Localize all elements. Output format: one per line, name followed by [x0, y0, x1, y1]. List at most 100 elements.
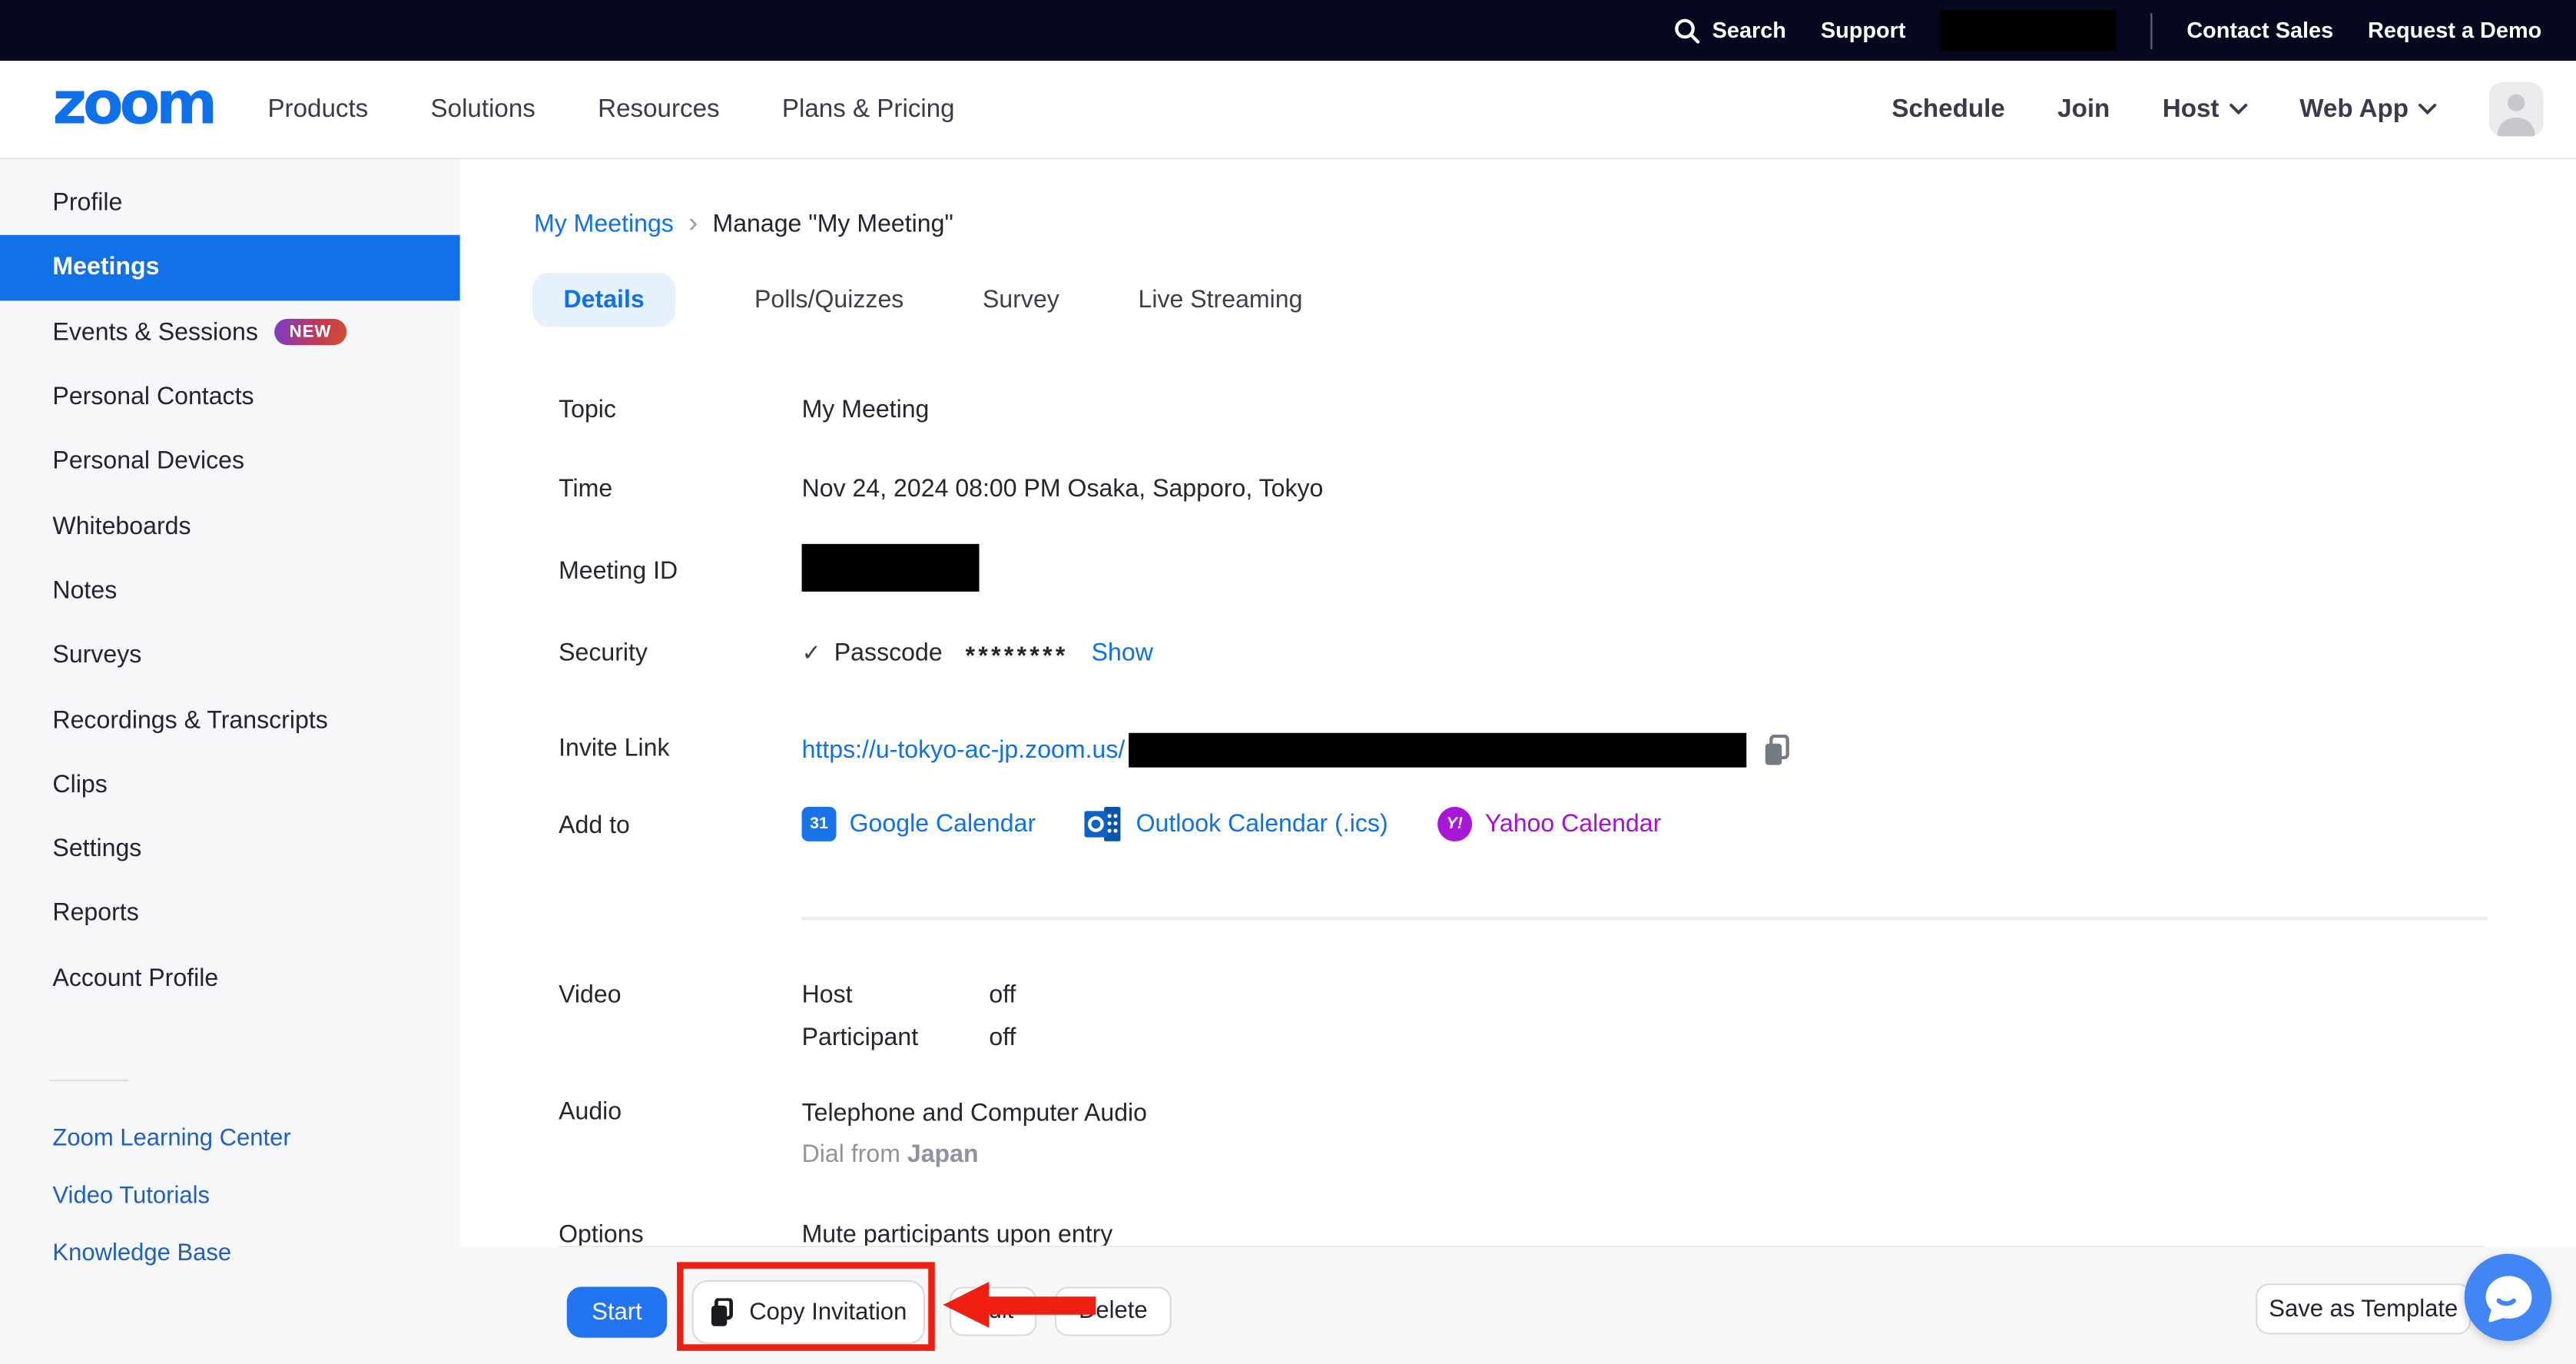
sidebar-link-knowledge-base[interactable]: Knowledge Base — [0, 1226, 460, 1283]
meeting-id-redacted-value — [802, 544, 980, 592]
invite-link-row: https://u-tokyo-ac-jp.zoom.us/ — [802, 733, 1792, 768]
main-content: My Meetings › Manage "My Meeting" Detail… — [460, 159, 2576, 1246]
sidebar-item-meetings[interactable]: Meetings — [0, 235, 460, 300]
security-label: Security — [559, 639, 648, 667]
google-calendar-icon: 31 — [802, 807, 837, 841]
sidebar-item-label: Clips — [52, 771, 107, 798]
dial-from-row: Dial from Japan — [802, 1140, 979, 1168]
tab-details[interactable]: Details — [532, 273, 675, 327]
user-avatar[interactable] — [2489, 82, 2544, 137]
sidebar-item-label: Notes — [52, 576, 117, 604]
topbar-divider — [2150, 12, 2152, 48]
yahoo-calendar-link[interactable]: Y! Yahoo Calendar — [1437, 807, 1662, 841]
nav-schedule[interactable]: Schedule — [1891, 95, 2004, 124]
sidebar-item-settings[interactable]: Settings — [0, 817, 460, 881]
sidebar-item-label: Meetings — [52, 254, 159, 281]
topbar-redacted-phone — [1940, 10, 2116, 51]
sidebar-item-label: Profile — [52, 189, 122, 217]
copy-invitation-label: Copy Invitation — [749, 1299, 907, 1325]
search-icon — [1674, 17, 1700, 43]
navbar-menu: Products Solutions Resources Plans & Pri… — [267, 95, 954, 124]
add-to-label: Add to — [559, 811, 630, 839]
breadcrumb-my-meetings-link[interactable]: My Meetings — [534, 211, 674, 238]
topbar-search-label: Search — [1712, 18, 1786, 43]
sidebar-item-label: Personal Devices — [52, 447, 244, 475]
chat-widget-button[interactable] — [2465, 1254, 2551, 1341]
nav-join[interactable]: Join — [2057, 95, 2110, 124]
video-participant-label: Participant — [802, 1024, 990, 1051]
nav-web-app-label: Web App — [2299, 95, 2409, 124]
topbar-contact-sales-link[interactable]: Contact Sales — [2186, 18, 2333, 43]
footer-action-bar: Start Copy Invitation Edit Delete Save a… — [460, 1247, 2576, 1364]
sidebar-item-label: Account Profile — [52, 964, 218, 992]
navbar-right: Schedule Join Host Web App — [1891, 82, 2543, 137]
topbar-request-demo-link[interactable]: Request a Demo — [2368, 18, 2541, 43]
checkmark-icon: ✓ — [802, 639, 821, 667]
invite-link-label: Invite Link — [559, 735, 669, 762]
video-host-value: off — [989, 981, 1016, 1009]
nav-plans-pricing[interactable]: Plans & Pricing — [782, 95, 955, 124]
invite-url-redacted — [1129, 733, 1746, 768]
audio-value: Telephone and Computer Audio — [802, 1100, 1147, 1127]
show-passcode-link[interactable]: Show — [1092, 639, 1153, 667]
tab-polls-quizzes[interactable]: Polls/Quizzes — [754, 286, 903, 314]
delete-button[interactable]: Delete — [1055, 1286, 1172, 1336]
sidebar-item-clips[interactable]: Clips — [0, 752, 460, 817]
chevron-down-icon — [2419, 104, 2437, 115]
sidebar-item-label: Reports — [52, 900, 138, 928]
sidebar-item-reports[interactable]: Reports — [0, 881, 460, 946]
topic-value: My Meeting — [802, 396, 930, 423]
navbar: zoom Products Solutions Resources Plans … — [0, 61, 2576, 159]
outlook-calendar-label: Outlook Calendar (.ics) — [1136, 810, 1388, 838]
tab-live-streaming[interactable]: Live Streaming — [1138, 286, 1302, 314]
outlook-calendar-icon — [1085, 807, 1122, 841]
zoom-web-portal-page: Search Support Contact Sales Request a D… — [0, 0, 2576, 1364]
sidebar-item-label: Recordings & Transcripts — [52, 706, 327, 734]
nav-web-app-dropdown[interactable]: Web App — [2299, 95, 2436, 124]
sidebar-item-label: Events & Sessions — [52, 318, 257, 346]
topbar-support-link[interactable]: Support — [1821, 18, 1906, 43]
passcode-label: Passcode — [834, 639, 943, 667]
sidebar-item-surveys[interactable]: Surveys — [0, 623, 460, 688]
sidebar-link-zoom-learning-center[interactable]: Zoom Learning Center — [0, 1110, 460, 1168]
passcode-mask: ******** — [966, 642, 1069, 670]
sidebar-link-video-tutorials[interactable]: Video Tutorials — [0, 1168, 460, 1226]
invite-url-link[interactable]: https://u-tokyo-ac-jp.zoom.us/ — [802, 736, 1126, 764]
copy-link-icon[interactable] — [1762, 734, 1792, 767]
section-divider — [802, 917, 2488, 920]
dial-from-country: Japan — [907, 1140, 979, 1168]
sidebar-item-events-sessions[interactable]: Events & Sessions NEW — [0, 300, 460, 364]
meeting-id-label: Meeting ID — [559, 557, 678, 585]
nav-host-dropdown[interactable]: Host — [2163, 95, 2247, 124]
edit-button[interactable]: Edit — [950, 1286, 1036, 1336]
topbar: Search Support Contact Sales Request a D… — [0, 0, 2576, 61]
copy-icon — [710, 1297, 736, 1326]
new-badge: NEW — [274, 320, 346, 345]
sidebar-item-label: Personal Contacts — [52, 383, 254, 410]
time-value: Nov 24, 2024 08:00 PM Osaka, Sapporo, To… — [802, 475, 1324, 503]
sidebar-item-personal-devices[interactable]: Personal Devices — [0, 430, 460, 494]
google-calendar-link[interactable]: 31 Google Calendar — [802, 807, 1036, 841]
nav-solutions[interactable]: Solutions — [431, 95, 535, 124]
outlook-calendar-link[interactable]: Outlook Calendar (.ics) — [1085, 807, 1387, 841]
zoom-logo[interactable]: zoom — [52, 75, 213, 134]
sidebar-item-whiteboards[interactable]: Whiteboards — [0, 494, 460, 559]
breadcrumb-chevron-icon: › — [688, 209, 698, 241]
sidebar-item-personal-contacts[interactable]: Personal Contacts — [0, 365, 460, 430]
yahoo-calendar-icon: Y! — [1437, 807, 1472, 841]
google-calendar-label: Google Calendar — [850, 810, 1036, 838]
options-label: Options — [559, 1221, 644, 1249]
sidebar-item-account-profile[interactable]: Account Profile — [0, 946, 460, 1011]
nav-resources[interactable]: Resources — [598, 95, 719, 124]
chat-bubble-icon — [2465, 1254, 2551, 1341]
copy-invitation-button[interactable]: Copy Invitation — [691, 1280, 925, 1344]
nav-products[interactable]: Products — [267, 95, 368, 124]
tab-survey[interactable]: Survey — [983, 286, 1059, 314]
sidebar: Profile Meetings Events & Sessions NEW P… — [0, 159, 460, 1364]
start-button[interactable]: Start — [567, 1286, 667, 1337]
topbar-search[interactable]: Search — [1674, 17, 1785, 43]
save-as-template-button[interactable]: Save as Template — [2256, 1283, 2471, 1334]
sidebar-item-profile[interactable]: Profile — [0, 171, 460, 235]
sidebar-item-recordings-transcripts[interactable]: Recordings & Transcripts — [0, 688, 460, 752]
sidebar-item-notes[interactable]: Notes — [0, 559, 460, 623]
